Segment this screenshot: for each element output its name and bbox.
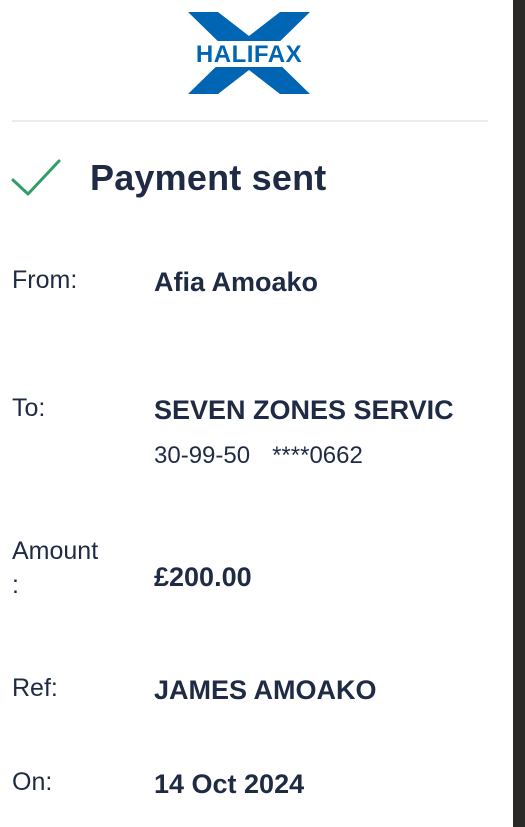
- amount-label: Amount :: [12, 537, 99, 599]
- from-value: Afia Amoako: [154, 267, 319, 297]
- ref-label: Ref:: [12, 674, 58, 702]
- halifax-logo: HALIFAX: [186, 12, 312, 94]
- payment-confirmation-screen: HALIFAX Payment sent From: Afia Amoako T…: [0, 0, 513, 827]
- halifax-logo-icon: HALIFAX: [186, 12, 312, 94]
- payment-status: Payment sent: [10, 150, 327, 206]
- header-divider: [12, 120, 488, 122]
- ref-row: Ref: JAMES AMOAKO: [12, 672, 502, 712]
- check-icon: [11, 159, 61, 196]
- window-edge: [513, 0, 525, 827]
- from-row: From: Afia Amoako: [12, 264, 502, 304]
- amount-value: £200.00: [154, 562, 252, 592]
- sort-code: 30-99-50: [154, 442, 251, 469]
- to-label: To:: [12, 394, 46, 422]
- to-row: To: SEVEN ZONES SERVIC 30-99-50 ****0662: [12, 392, 502, 482]
- date-row: On: 14 Oct 2024: [12, 766, 502, 806]
- from-label: From:: [12, 266, 78, 294]
- brand-name: HALIFAX: [196, 41, 302, 68]
- date-label: On:: [12, 768, 53, 796]
- to-value: SEVEN ZONES SERVIC: [154, 395, 454, 425]
- account-number: ****0662: [272, 442, 363, 469]
- recipient-account: 30-99-50 ****0662: [154, 440, 363, 472]
- ref-value: JAMES AMOAKO: [154, 675, 377, 705]
- date-value: 14 Oct 2024: [154, 769, 305, 799]
- amount-row: Amount : £200.00: [12, 535, 502, 625]
- status-title: Payment sent: [90, 157, 327, 198]
